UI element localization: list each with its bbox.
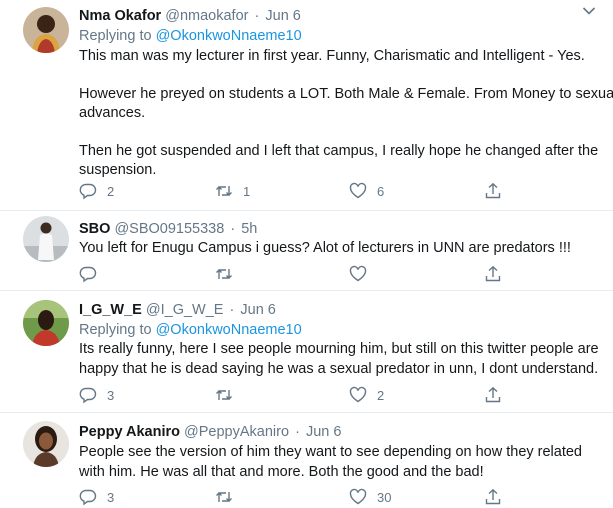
tweet-text: People see the version of him they want … <box>79 443 589 482</box>
chevron-down-icon[interactable] <box>582 6 596 16</box>
mention-link[interactable]: @OkonkwoNnaeme10 <box>156 28 302 44</box>
separator-dot: · <box>254 8 260 24</box>
separator-dot: · <box>230 221 236 237</box>
like-button[interactable]: 6 <box>349 181 384 201</box>
user-handle[interactable]: @I_G_W_E <box>146 302 224 318</box>
avatar[interactable] <box>23 7 69 53</box>
share-button[interactable] <box>484 181 502 201</box>
heart-icon <box>349 182 367 200</box>
tweet-line: However he preyed on students a LOT. Bot… <box>79 85 613 102</box>
like-count: 30 <box>377 489 392 505</box>
tweet-line: You left for Enugu Campus i guess? Alot … <box>79 240 571 256</box>
reply-icon <box>79 182 97 200</box>
tweet-text: This man was my lecturer in first year. … <box>79 47 613 181</box>
retweet-button[interactable] <box>215 264 233 284</box>
tweet-line: Its really funny, here I see people mour… <box>79 341 599 357</box>
share-button[interactable] <box>484 487 502 507</box>
tweet-text: Its really funny, here I see people mour… <box>79 340 599 379</box>
retweet-button[interactable] <box>215 487 233 507</box>
retweet-icon <box>215 182 233 200</box>
reply-button[interactable]: 2 <box>79 181 114 201</box>
user-handle[interactable]: @nmaokafor <box>165 8 248 24</box>
replying-to: Replying to @OkonkwoNnaeme10 <box>79 320 302 340</box>
reply-icon <box>79 488 97 506</box>
reply-icon <box>79 265 97 283</box>
tweet-peppy-akaniro[interactable]: Peppy Akaniro @PeppyAkaniro · Jun 6 Peop… <box>0 413 613 508</box>
share-button[interactable] <box>484 385 502 405</box>
share-button[interactable] <box>484 264 502 284</box>
user-handle[interactable]: @SBO09155338 <box>114 221 224 237</box>
retweet-icon <box>215 265 233 283</box>
tweet-line: advances. <box>79 105 146 121</box>
tweet-header: Peppy Akaniro @PeppyAkaniro · Jun 6 <box>79 422 341 442</box>
display-name[interactable]: SBO <box>79 221 110 237</box>
tweet-igwe[interactable]: I_G_W_E @I_G_W_E · Jun 6 Replying to @Ok… <box>0 291 613 412</box>
user-handle[interactable]: @PeppyAkaniro <box>184 424 289 440</box>
tweet-nma-okafor[interactable]: Nma Okafor @nmaokafor · Jun 6 Replying t… <box>0 0 613 210</box>
mention-link[interactable]: @OkonkwoNnaeme10 <box>156 322 302 338</box>
retweet-button[interactable]: 1 <box>215 181 250 201</box>
like-button[interactable]: 2 <box>349 385 384 405</box>
timestamp[interactable]: Jun 6 <box>306 424 341 440</box>
reply-button[interactable] <box>79 264 97 284</box>
timestamp[interactable]: Jun 6 <box>240 302 275 318</box>
replying-prefix: Replying to <box>79 322 156 338</box>
reply-count: 3 <box>107 489 115 505</box>
tweet-header: I_G_W_E @I_G_W_E · Jun 6 <box>79 300 276 320</box>
heart-icon <box>349 386 367 404</box>
avatar[interactable] <box>23 421 69 467</box>
tweet-line: Then he got suspended and I left that ca… <box>79 142 599 159</box>
share-icon <box>484 386 502 404</box>
retweet-icon <box>215 488 233 506</box>
retweet-count: 1 <box>243 183 251 199</box>
display-name[interactable]: Nma Okafor <box>79 8 161 24</box>
share-icon <box>484 182 502 200</box>
reply-count: 2 <box>107 183 115 199</box>
tweet-header: SBO @SBO09155338 · 5h <box>79 219 257 239</box>
heart-icon <box>349 488 367 506</box>
tweet-sbo[interactable]: SBO @SBO09155338 · 5h You left for Enugu… <box>0 211 613 288</box>
tweet-line: suspension. <box>79 162 157 178</box>
reply-button[interactable]: 3 <box>79 385 114 405</box>
separator-dot: · <box>295 424 300 440</box>
reply-icon <box>79 386 97 404</box>
tweet-header: Nma Okafor @nmaokafor · Jun 6 <box>79 6 301 26</box>
share-icon <box>484 488 502 506</box>
timestamp[interactable]: 5h <box>241 221 257 237</box>
display-name[interactable]: I_G_W_E <box>79 302 142 318</box>
display-name[interactable]: Peppy Akaniro <box>79 424 180 440</box>
like-count: 2 <box>377 387 385 403</box>
replying-to: Replying to @OkonkwoNnaeme10 <box>79 26 302 46</box>
replying-prefix: Replying to <box>79 28 156 44</box>
separator-dot: · <box>229 302 235 318</box>
like-button[interactable]: 30 <box>349 487 391 507</box>
tweet-line: with him. He was all that and more. Both… <box>79 463 484 480</box>
avatar[interactable] <box>23 216 69 262</box>
like-button[interactable] <box>349 264 367 284</box>
retweet-button[interactable] <box>215 385 233 405</box>
reply-button[interactable]: 3 <box>79 487 114 507</box>
share-icon <box>484 265 502 283</box>
timestamp[interactable]: Jun 6 <box>265 8 300 24</box>
tweet-line: happy that he is dead saying he was a se… <box>79 360 599 377</box>
tweet-line: This man was my lecturer in first year. … <box>79 48 585 64</box>
retweet-icon <box>215 386 233 404</box>
tweet-text: You left for Enugu Campus i guess? Alot … <box>79 239 589 259</box>
like-count: 6 <box>377 183 385 199</box>
tweet-line: People see the version of him they want … <box>79 444 582 460</box>
reply-count: 3 <box>107 387 115 403</box>
heart-icon <box>349 265 367 283</box>
avatar[interactable] <box>23 300 69 346</box>
